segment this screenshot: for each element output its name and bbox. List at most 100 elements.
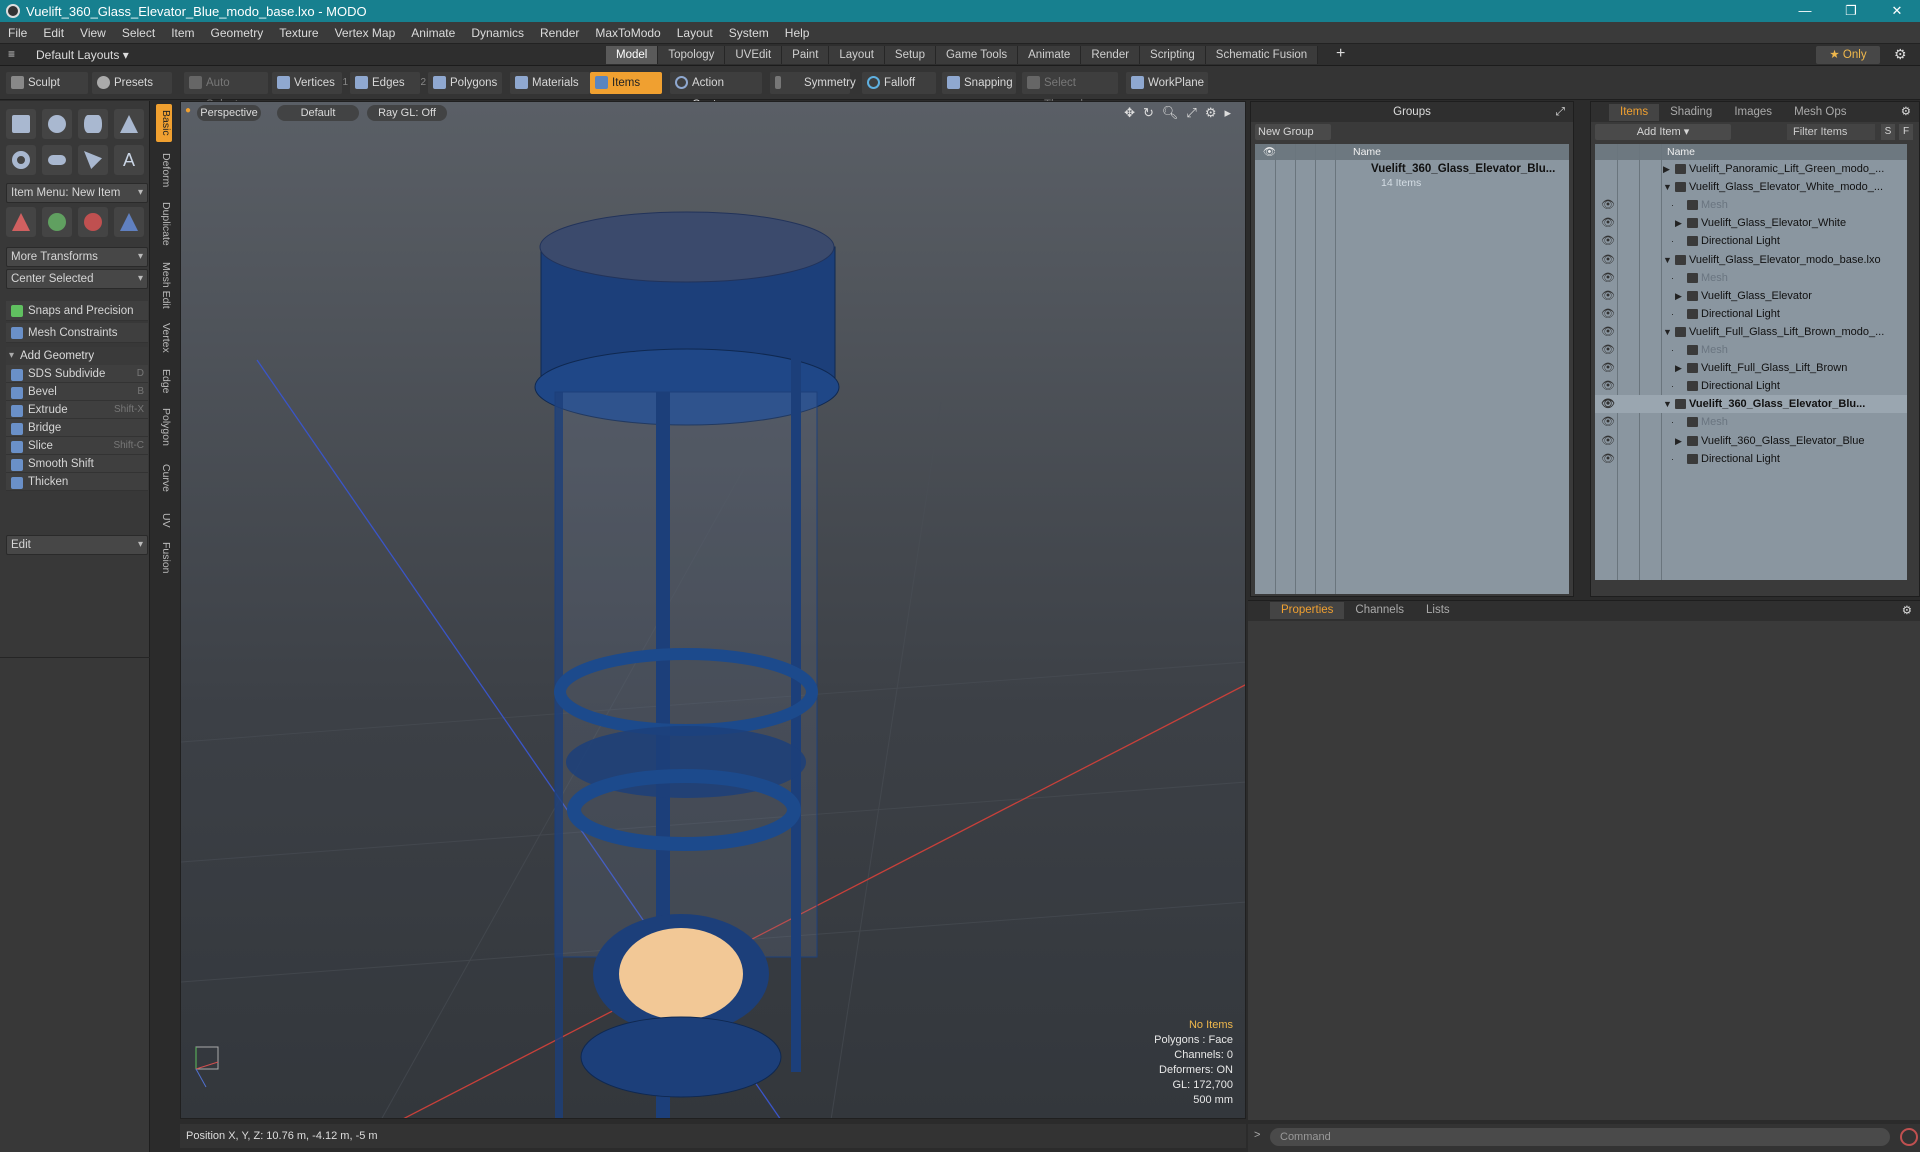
auto-select-button[interactable]: Auto Select xyxy=(184,72,268,111)
tab-schematic-fusion[interactable]: Schematic Fusion xyxy=(1205,46,1319,64)
tool-thicken[interactable]: Thicken xyxy=(6,473,148,491)
vtab-basic[interactable]: Basic xyxy=(156,104,172,142)
action-center-button[interactable]: Action Center xyxy=(670,72,762,111)
visibility-eye-icon[interactable]: 👁︎ xyxy=(1601,362,1615,374)
visibility-eye-icon[interactable]: 👁︎ xyxy=(1601,235,1615,247)
menu-layout[interactable]: Layout xyxy=(669,22,721,44)
tab-layout[interactable]: Layout xyxy=(829,46,885,64)
visibility-eye-icon[interactable]: 👁︎ xyxy=(1601,308,1615,320)
tab-render[interactable]: Render xyxy=(1081,46,1141,64)
menu-geometry[interactable]: Geometry xyxy=(203,22,272,44)
item-row[interactable]: 👁︎ · Directional Light xyxy=(1595,450,1907,468)
tool-sds-subdivide[interactable]: SDS Subdivide D xyxy=(6,365,148,383)
properties-settings-icon[interactable]: ⚙ xyxy=(1902,601,1912,621)
falloff-button[interactable]: Falloff xyxy=(862,72,936,94)
visibility-eye-icon[interactable]: 👁︎ xyxy=(1601,254,1615,266)
tab-topology[interactable]: Topology xyxy=(658,46,726,64)
vtab-curve[interactable]: Curve xyxy=(156,454,172,502)
pan-icon[interactable]: ✥ xyxy=(1124,105,1135,121)
gear-icon[interactable]: ⚙ xyxy=(1894,46,1907,63)
visibility-eye-icon[interactable] xyxy=(1601,181,1613,193)
visibility-eye-icon[interactable]: 👁︎ xyxy=(1601,435,1615,447)
tool-bevel[interactable]: Bevel B xyxy=(6,383,148,401)
menu-file[interactable]: File xyxy=(0,22,35,44)
vtab-fusion[interactable]: Fusion xyxy=(156,538,172,578)
item-row[interactable]: 👁︎ ▶ Vuelift_Full_Glass_Lift_Brown xyxy=(1595,359,1907,377)
new-group-button[interactable]: New Group xyxy=(1255,124,1331,140)
viewport-expand-icon[interactable]: ▸ xyxy=(1224,105,1231,121)
menu-help[interactable]: Help xyxy=(777,22,818,44)
tab-model[interactable]: Model xyxy=(606,46,659,64)
vtab-polygon[interactable]: Polygon xyxy=(156,404,172,450)
visibility-eye-icon[interactable]: 👁︎ xyxy=(1601,290,1615,302)
group-entry-name[interactable]: Vuelift_360_Glass_Elevator_Blu... xyxy=(1371,163,1555,175)
tab-game-tools[interactable]: Game Tools xyxy=(935,46,1019,64)
tab-mesh-ops[interactable]: Mesh Ops xyxy=(1783,104,1857,121)
item-row[interactable]: 👁︎ ▶ Vuelift_360_Glass_Elevator_Blue xyxy=(1595,432,1907,450)
viewport-settings-icon[interactable]: ⚙ xyxy=(1205,105,1217,121)
expand-arrow-icon[interactable]: ▼ xyxy=(1663,178,1672,196)
filter-s-button[interactable]: S xyxy=(1881,124,1895,140)
visibility-eye-icon[interactable]: 👁︎ xyxy=(1601,217,1615,229)
item-row[interactable]: 👁︎ ▼ Vuelift_Glass_Elevator_modo_base.lxo xyxy=(1595,251,1907,269)
panel-expand-icon[interactable]: ⤢ xyxy=(1556,102,1565,122)
expand-arrow-icon[interactable]: ▼ xyxy=(1663,251,1672,269)
raygl-button[interactable]: Ray GL: Off xyxy=(367,105,447,121)
filter-items-field[interactable]: Filter Items xyxy=(1787,124,1875,140)
workplane-button[interactable]: WorkPlane xyxy=(1126,72,1208,94)
expand-arrow-icon[interactable]: ▼ xyxy=(1663,323,1672,341)
tab-lists[interactable]: Lists xyxy=(1415,602,1461,619)
orbit-icon[interactable]: ↻ xyxy=(1143,105,1154,121)
vtab-duplicate[interactable]: Duplicate xyxy=(156,196,172,252)
menu-maxtomodo[interactable]: MaxToModo xyxy=(587,22,668,44)
visibility-eye-icon[interactable]: 👁︎ xyxy=(1601,380,1615,392)
fit-icon[interactable]: ⤢ xyxy=(1186,105,1196,121)
item-row[interactable]: ▶ Vuelift_Panoramic_Lift_Green_modo_... xyxy=(1595,160,1907,178)
visibility-eye-icon[interactable] xyxy=(1601,163,1613,175)
items-button[interactable]: Items xyxy=(590,72,662,94)
menu-system[interactable]: System xyxy=(721,22,777,44)
item-row[interactable]: ▼ Vuelift_Glass_Elevator_White_modo_... xyxy=(1595,178,1907,196)
add-item-button[interactable]: Add Item ▾ xyxy=(1595,124,1731,140)
vtab-deform[interactable]: Deform xyxy=(156,148,172,192)
vtab-vertex[interactable]: Vertex xyxy=(156,318,172,358)
transform-icon[interactable] xyxy=(114,207,144,237)
sculpt-button[interactable]: Sculpt xyxy=(6,72,88,94)
symmetry-button[interactable]: Symmetry xyxy=(770,72,856,94)
tab-animate[interactable]: Animate xyxy=(1018,46,1082,64)
item-row[interactable]: 👁︎ · Mesh xyxy=(1595,196,1907,214)
item-row[interactable]: 👁︎ · Directional Light xyxy=(1595,377,1907,395)
visibility-eye-icon[interactable]: 👁︎ xyxy=(1601,344,1615,356)
record-icon[interactable] xyxy=(1900,1128,1918,1146)
menu-render[interactable]: Render xyxy=(532,22,587,44)
view-type-button[interactable]: Perspective xyxy=(197,105,261,121)
torus-icon[interactable] xyxy=(6,145,36,175)
cone-icon[interactable] xyxy=(114,109,144,139)
tool-slice[interactable]: Slice Shift-C xyxy=(6,437,148,455)
select-through-button[interactable]: Select Through xyxy=(1022,72,1118,111)
menu-vertex-map[interactable]: Vertex Map xyxy=(327,22,404,44)
tab-scripting[interactable]: Scripting xyxy=(1140,46,1206,64)
expand-arrow-icon[interactable]: ▶ xyxy=(1675,432,1682,450)
item-row[interactable]: 👁︎ · Mesh xyxy=(1595,341,1907,359)
tab-properties[interactable]: Properties xyxy=(1270,602,1345,619)
menu-view[interactable]: View xyxy=(72,22,114,44)
tab-images[interactable]: Images xyxy=(1723,104,1783,121)
tab-setup[interactable]: Setup xyxy=(884,46,936,64)
vtab-mesh-edit[interactable]: Mesh Edit xyxy=(156,256,172,314)
command-input[interactable]: Command xyxy=(1270,1128,1890,1146)
sphere-icon[interactable] xyxy=(42,109,72,139)
item-row[interactable]: 👁︎ · Mesh xyxy=(1595,269,1907,287)
menu-edit[interactable]: Edit xyxy=(35,22,72,44)
expand-arrow-icon[interactable]: ▶ xyxy=(1675,359,1682,377)
item-row[interactable]: 👁︎ ▼ Vuelift_360_Glass_Elevator_Blu... xyxy=(1595,395,1907,414)
expand-arrow-icon[interactable]: ▼ xyxy=(1663,395,1672,413)
rotate-icon[interactable] xyxy=(42,207,72,237)
item-row[interactable]: 👁︎ · Mesh xyxy=(1595,413,1907,431)
visibility-eye-icon[interactable]: 👁︎ xyxy=(1601,326,1615,338)
expand-arrow-icon[interactable]: ▶ xyxy=(1663,160,1670,178)
items-settings-icon[interactable]: ⚙ xyxy=(1901,102,1911,122)
tab-shading[interactable]: Shading xyxy=(1659,104,1723,121)
item-row[interactable]: 👁︎ ▶ Vuelift_Glass_Elevator xyxy=(1595,287,1907,305)
vertices-button[interactable]: Vertices 1 xyxy=(272,72,348,94)
